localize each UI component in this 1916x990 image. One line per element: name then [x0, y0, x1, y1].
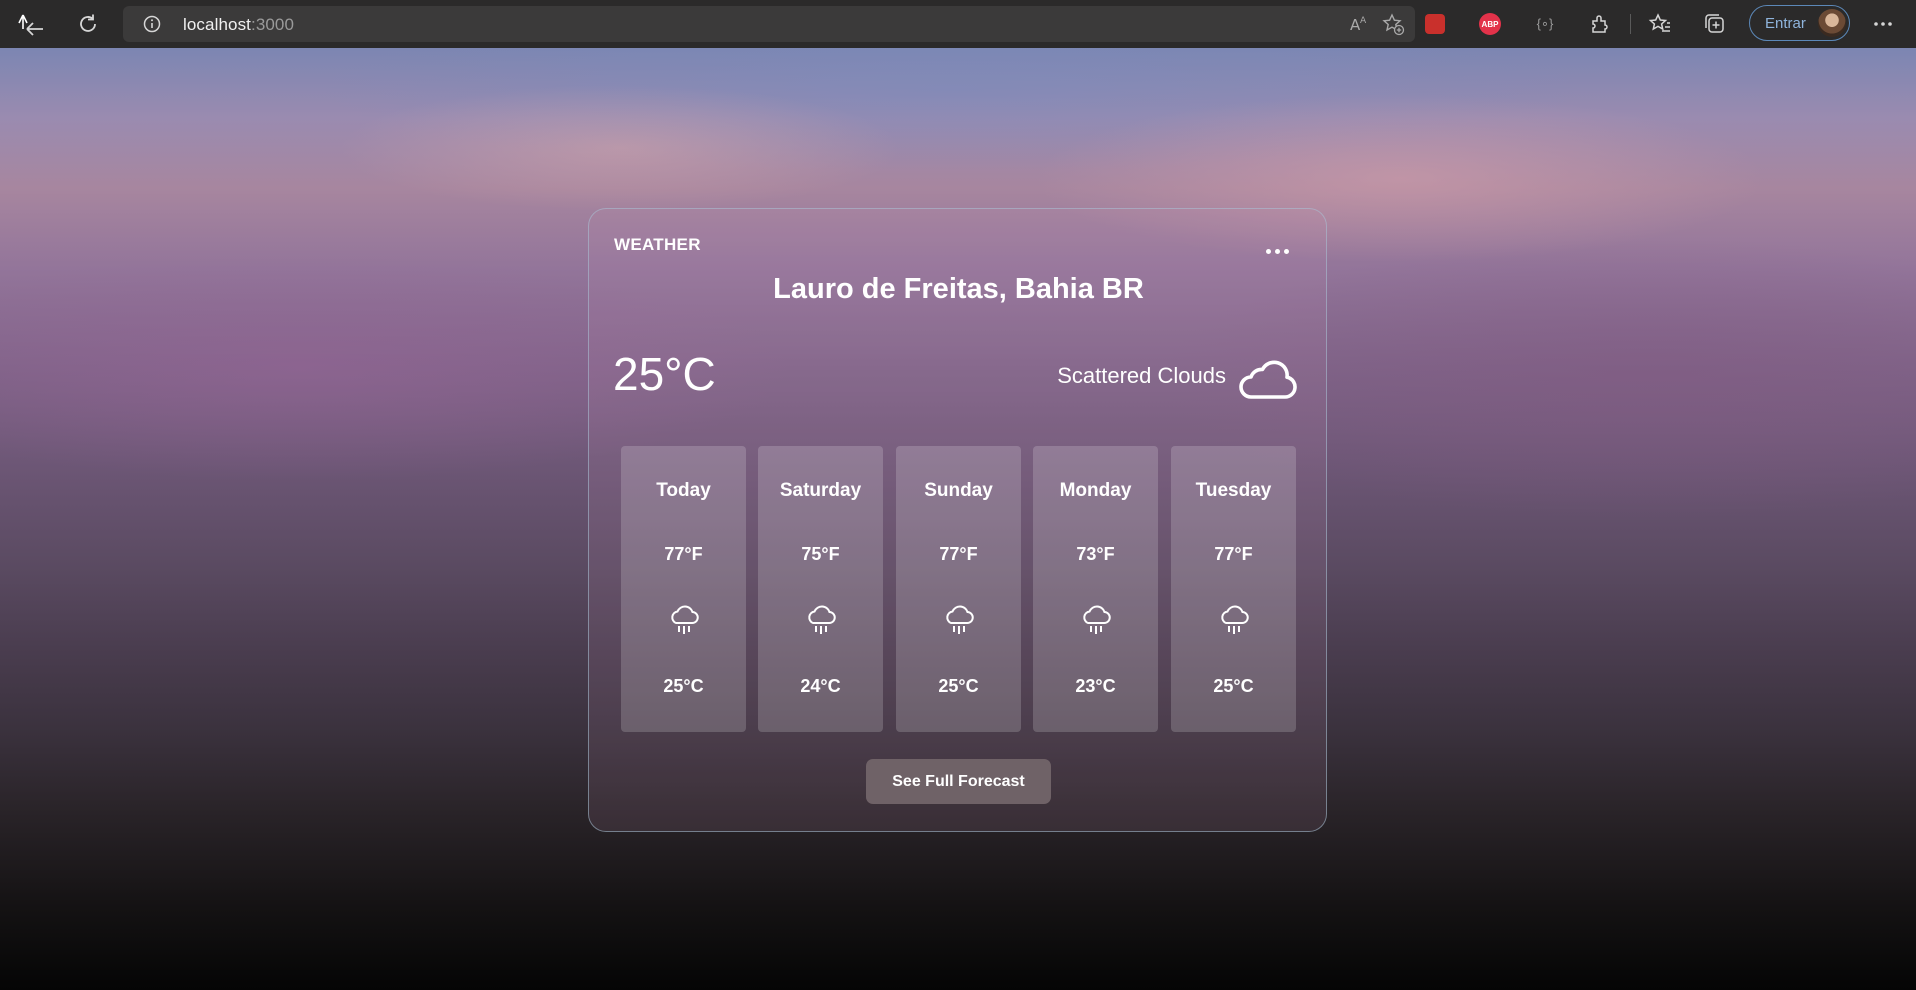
svg-text:A: A [1360, 16, 1367, 26]
forecast-temp-c: 24°C [800, 676, 841, 696]
rain-cloud-icon [808, 605, 836, 634]
add-favorite-icon[interactable] [1381, 12, 1405, 36]
address-bar[interactable]: localhost:3000 AA [123, 6, 1415, 42]
refresh-icon[interactable] [68, 0, 108, 48]
forecast-temp-c: 25°C [1213, 676, 1254, 696]
cloud-icon [1239, 360, 1297, 399]
forecast-temp-f: 77°F [939, 544, 978, 564]
page-background: WEATHER Lauro de Freitas, Bahia BR 25°C … [0, 48, 1916, 990]
info-icon[interactable] [143, 15, 161, 33]
collections-icon[interactable] [1698, 0, 1732, 48]
see-full-forecast-button[interactable]: See Full Forecast [866, 759, 1051, 804]
forecast-day-name: Sunday [924, 480, 993, 501]
forecast-day-name: Monday [1059, 480, 1132, 501]
avatar [1818, 9, 1846, 37]
code-extension-icon[interactable]: {∘} [1530, 0, 1560, 48]
forecast-day-name: Today [656, 480, 711, 501]
forecast-temp-c: 25°C [663, 676, 704, 696]
record-extension-icon[interactable] [1420, 0, 1450, 48]
signin-label: Entrar [1765, 15, 1806, 32]
forecast-temp-c: 25°C [938, 676, 979, 696]
forecast-day-name: Saturday [779, 480, 862, 501]
forecast-day-sunday: Sunday 77°F 25°C [896, 446, 1021, 732]
forecast-temp-f: 77°F [1214, 544, 1253, 564]
forecast-day-saturday: Saturday 75°F 24°C [758, 446, 883, 732]
url-port: :3000 [251, 15, 295, 34]
favorites-icon[interactable] [1643, 0, 1677, 48]
signin-button[interactable]: Entrar [1749, 5, 1850, 41]
toolbar-divider [1630, 14, 1631, 34]
app-brand: WEATHER [614, 235, 701, 254]
read-aloud-icon[interactable]: AA [1347, 12, 1371, 36]
forecast-temp-c: 23°C [1075, 676, 1116, 696]
more-options-icon[interactable] [1266, 249, 1292, 259]
adblock-plus-icon[interactable]: ABP [1475, 0, 1505, 48]
weather-card: WEATHER Lauro de Freitas, Bahia BR 25°C … [588, 208, 1327, 832]
browser-toolbar: localhost:3000 AA ABP {∘} Entrar [0, 0, 1916, 48]
abp-label: ABP [1479, 13, 1501, 35]
forecast-day-tuesday: Tuesday 77°F 25°C [1171, 446, 1296, 732]
rain-cloud-icon [1221, 605, 1249, 634]
current-condition: Scattered Clouds [1057, 363, 1226, 388]
back-icon[interactable] [12, 0, 52, 48]
code-extension-label: {∘} [1536, 16, 1554, 31]
forecast-day-monday: Monday 73°F 23°C [1033, 446, 1158, 732]
forecast-temp-f: 73°F [1076, 544, 1115, 564]
settings-more-icon[interactable] [1866, 0, 1900, 48]
forecast-temp-f: 75°F [801, 544, 840, 564]
url-text[interactable]: localhost:3000 [183, 15, 294, 35]
rain-cloud-icon [946, 605, 974, 634]
forecast-temp-f: 77°F [664, 544, 703, 564]
rain-cloud-icon [671, 605, 699, 634]
location-title: Lauro de Freitas, Bahia BR [773, 273, 1144, 305]
rain-cloud-icon [1083, 605, 1111, 634]
extensions-icon[interactable] [1583, 0, 1617, 48]
url-host: localhost [183, 15, 251, 34]
current-temperature: 25°C [613, 348, 716, 400]
forecast-day-name: Tuesday [1195, 480, 1272, 501]
forecast-day-today: Today 77°F 25°C [621, 446, 746, 732]
